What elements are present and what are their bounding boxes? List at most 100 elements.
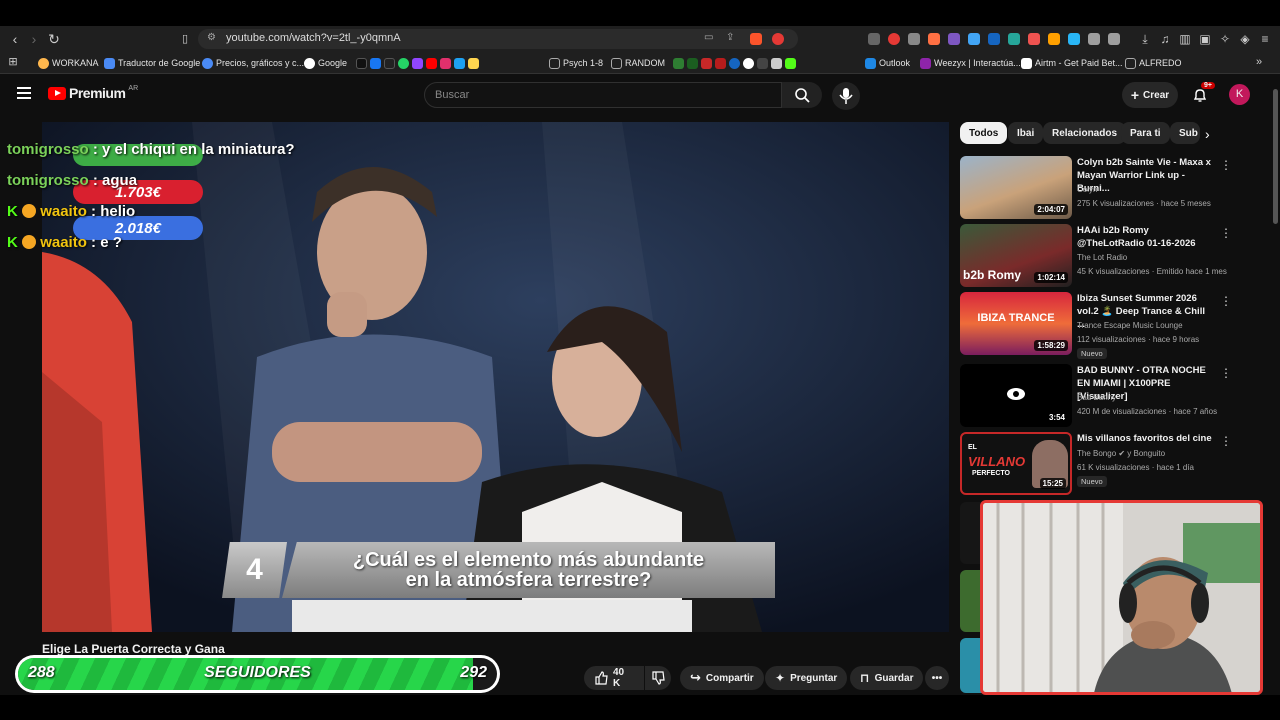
chip-para-ti[interactable]: Para ti [1121,122,1170,144]
recommendation-item[interactable]: 3:54 BAD BUNNY - OTRA NOCHE EN MIAMI | X… [960,364,1260,428]
extension-icon[interactable] [1028,33,1040,45]
question-number: 4 [222,542,287,598]
bookmark-precios[interactable]: Precios, gráficos y c... [202,56,304,70]
thumbs-down-icon [652,671,665,685]
chip-todos[interactable]: Todos [960,122,1008,144]
webcam-overlay [980,500,1263,695]
url-text: youtube.com/watch?v=2tl_-y0qmnA [226,32,401,44]
bookmark-airtm[interactable]: Airtm - Get Paid Bet... [1021,56,1123,70]
video-thumbnail[interactable] [960,502,982,564]
extension-icon[interactable] [928,33,940,45]
video-thumbnail[interactable] [960,638,982,693]
create-button[interactable]: + Crear [1122,82,1178,108]
bookmark-icon-row[interactable] [356,56,479,70]
chat-message: K waaito : e ? [7,234,122,251]
chip-sub[interactable]: Sub [1170,122,1200,144]
avatar[interactable]: K [1229,84,1250,105]
site-info-icon[interactable]: ⚙ [207,32,216,43]
kick-badge-icon: K [7,234,18,251]
video-thumbnail[interactable]: 2:04:07 [960,156,1072,219]
more-vertical-icon[interactable]: ⋮ [1220,294,1232,308]
bookmark-icon-row-2[interactable] [673,56,796,70]
video-thumbnail[interactable]: 3:54 [960,364,1072,427]
bookmark-google[interactable]: Google [304,56,347,70]
leo-icon[interactable]: ✧ [1216,30,1234,48]
bookmark-workana[interactable]: WORKANA [38,56,99,70]
save-button[interactable]: ⊓ Guardar [850,666,924,690]
extension-alert-icon[interactable] [772,33,784,45]
recommendation-item[interactable]: IBIZA TRANCE 1:58:29 Ibiza Sunset Summer… [960,292,1260,359]
share-icon[interactable]: ⇪ [726,32,734,43]
bell-icon [1193,89,1207,102]
chip-relacionados[interactable]: Relacionados [1043,122,1127,144]
bookmark-icon: ⊓ [860,671,870,685]
more-vertical-icon[interactable]: ⋮ [1220,158,1232,172]
address-bar[interactable]: ⚙ youtube.com/watch?v=2tl_-y0qmnA ▭ ⇪ [198,29,798,49]
bookmark-traductor[interactable]: Traductor de Google [104,56,200,70]
download-icon[interactable]: ⤓ [1136,30,1154,48]
video-thumbnail[interactable]: IBIZA TRANCE 1:58:29 [960,292,1072,355]
cast-icon[interactable]: ▭ [704,32,713,43]
search-button[interactable] [782,82,822,108]
like-button[interactable]: 40 K [584,666,644,690]
wallet-icon[interactable]: ▣ [1196,30,1214,48]
ask-button[interactable]: ✦ Preguntar [765,666,848,690]
more-vertical-icon[interactable]: ⋮ [1220,226,1232,240]
extension-icon[interactable] [908,33,920,45]
chip-ibai[interactable]: Ibai [1008,122,1044,144]
extension-icon[interactable] [1048,33,1060,45]
voice-search-button[interactable] [832,82,860,110]
dislike-button[interactable] [645,666,671,690]
back-icon[interactable]: ‹ [6,30,24,48]
extension-icon[interactable] [948,33,960,45]
more-vertical-icon[interactable]: ⋮ [1220,434,1232,448]
bookmark-folder-alfredo[interactable]: ALFREDO [1125,56,1182,70]
video-thumbnail[interactable] [960,570,982,632]
extension-icon[interactable] [1008,33,1020,45]
youtube-header: Premium AR Buscar + Crear 9+ K [0,75,1280,117]
vpn-icon[interactable]: ◈ [1236,30,1254,48]
extension-icon[interactable] [1068,33,1080,45]
notifications-button[interactable]: 9+ [1192,82,1215,103]
youtube-logo[interactable]: Premium AR [48,85,138,101]
thumbs-up-icon [595,671,608,685]
bookmark-weezyx[interactable]: Weezyx | Interactúa... [920,56,1021,70]
media-icon[interactable]: ♫ [1156,30,1174,48]
bookmark-star-icon[interactable]: ▯ [176,30,194,48]
video-thumbnail[interactable]: EL VILLANO PERFECTO 15:25 [960,432,1072,495]
bookmark-folder-random[interactable]: RANDOM [611,56,665,70]
recommendation-item[interactable]: b2b Romy 1:02:14 HAAi b2b Romy @TheLotRa… [960,224,1260,288]
brave-shield-icon[interactable] [750,33,762,45]
share-button[interactable]: ↪ Compartir [680,666,764,690]
extension-icon[interactable] [988,33,1000,45]
apps-icon[interactable]: ⊞ [4,53,22,71]
scrollbar-track[interactable] [1271,75,1280,695]
bookmark-outlook[interactable]: Outlook [865,56,910,70]
extension-icon[interactable] [868,33,880,45]
bookmark-folder-psych[interactable]: Psych 1-8 [549,56,603,70]
extensions-puzzle-icon[interactable] [1088,33,1100,45]
more-actions-button[interactable]: ••• [925,666,949,690]
bottom-bar [0,695,1280,720]
browser-toolbar: ‹ › ↻ ▯ ⚙ youtube.com/watch?v=2tl_-y0qmn… [0,26,1280,52]
sidebar-icon[interactable]: ▥ [1176,30,1194,48]
extension-icon[interactable] [888,33,900,45]
chat-message: tomigrosso : y el chiqui en la miniatura… [7,141,295,158]
reload-icon[interactable]: ↻ [45,30,63,48]
extension-icon[interactable] [968,33,980,45]
chat-message: K waaito : helio [7,203,136,220]
chevron-right-icon[interactable]: › [1205,126,1210,142]
more-vertical-icon[interactable]: ⋮ [1220,366,1232,380]
menu-icon[interactable]: ≡ [1256,30,1274,48]
video-thumbnail[interactable]: b2b Romy 1:02:14 [960,224,1072,287]
search-input[interactable]: Buscar [424,82,782,108]
scrollbar-thumb[interactable] [1273,89,1278,224]
recommendation-item[interactable]: EL VILLANO PERFECTO 15:25 Mis villanos f… [960,432,1260,496]
chat-message: tomigrosso : agua [7,172,138,189]
followers-goal: 292 [460,664,487,681]
more-bookmarks-icon[interactable]: » [1250,53,1268,71]
extension-icon[interactable] [1108,33,1120,45]
hamburger-menu-icon[interactable] [17,87,31,99]
forward-icon[interactable]: › [25,30,43,48]
recommendation-item[interactable]: 2:04:07 Colyn b2b Sainte Vie - Maxa x Ma… [960,156,1260,220]
